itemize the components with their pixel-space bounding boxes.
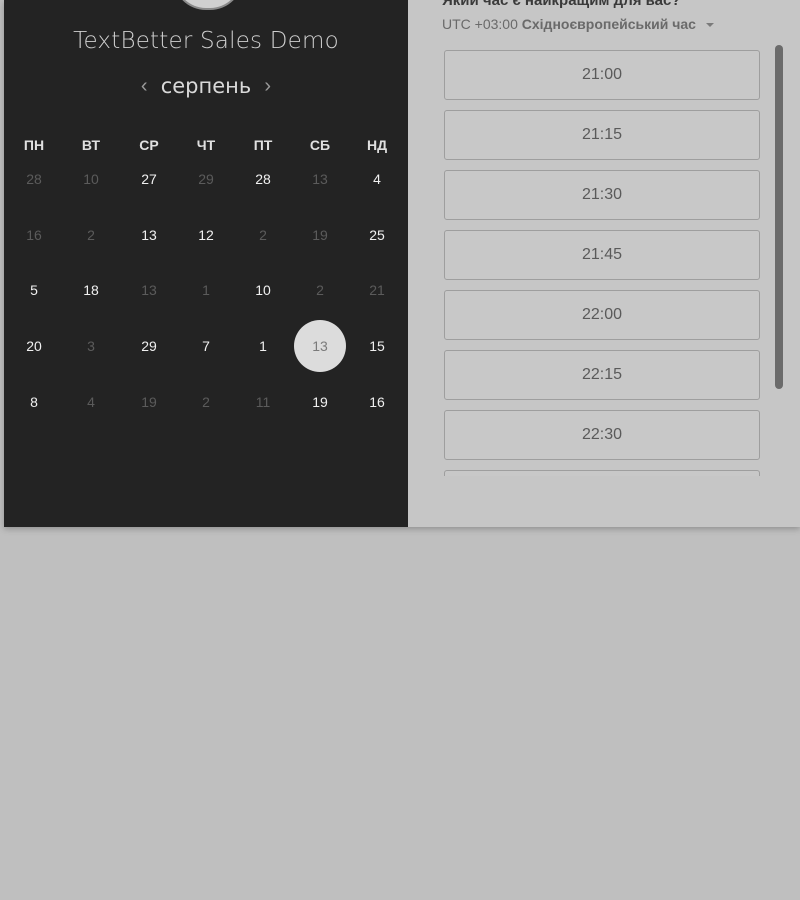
calendar-day[interactable]: 16 bbox=[351, 376, 403, 428]
timezone-selector[interactable]: UTC +03:00 Східноєвропейський час bbox=[442, 16, 714, 32]
month-navigation: ‹ серпень › bbox=[4, 74, 408, 102]
time-slot-button[interactable]: 21:45 bbox=[444, 230, 760, 280]
calendar-day: 13 bbox=[312, 171, 328, 187]
next-month-icon[interactable]: › bbox=[256, 75, 280, 98]
booking-card: TextBetter Sales Demo ‹ серпень › ПН ВТ СР… bbox=[4, 0, 800, 527]
calendar-day: 11 bbox=[255, 394, 271, 410]
calendar-day: 29 bbox=[198, 171, 214, 187]
time-slot-list: 21:00 21:15 21:30 21:45 22:00 22:15 22:30 bbox=[444, 50, 764, 476]
calendar-day[interactable]: 20 bbox=[8, 320, 60, 372]
time-question: Який час є найкращим для вас? bbox=[442, 0, 681, 9]
calendar-day[interactable]: 27 bbox=[123, 153, 175, 205]
time-slot-button[interactable]: 21:00 bbox=[444, 50, 760, 100]
calendar-day: 10 bbox=[83, 171, 99, 187]
month-label: серпень bbox=[160, 74, 252, 98]
prev-month-icon[interactable]: ‹ bbox=[132, 75, 156, 98]
time-slot-button[interactable]: 22:00 bbox=[444, 290, 760, 340]
calendar-day[interactable]: 10 bbox=[237, 264, 289, 316]
company-name: TextBetter Sales Demo bbox=[73, 28, 339, 54]
calendar-day[interactable]: 4 bbox=[351, 153, 403, 205]
calendar-day: 2 bbox=[87, 227, 95, 243]
calendar-day: 21 bbox=[369, 282, 385, 298]
calendar-day: 2 bbox=[259, 227, 267, 243]
calendar-day: 28 bbox=[26, 171, 42, 187]
calendar-day-selected[interactable]: 13 bbox=[294, 320, 346, 372]
calendar-day: 2 bbox=[316, 282, 324, 298]
time-slot-button[interactable]: 21:30 bbox=[444, 170, 760, 220]
calendar-day: 2 bbox=[202, 394, 210, 410]
calendar-day[interactable]: 19 bbox=[294, 376, 346, 428]
time-panel: Який час є найкращим для вас? UTC +03:00… bbox=[408, 0, 800, 527]
calendar-day: 4 bbox=[87, 394, 95, 410]
time-slot-button[interactable]: 22:30 bbox=[444, 410, 760, 460]
calendar-day[interactable]: 12 bbox=[180, 209, 232, 261]
timezone-name: Східноєвропейський час bbox=[521, 16, 696, 32]
calendar-panel: TextBetter Sales Demo ‹ серпень › ПН ВТ СР… bbox=[4, 0, 408, 527]
calendar-day[interactable]: 15 bbox=[351, 320, 403, 372]
calendar-day: 3 bbox=[87, 338, 95, 354]
calendar-day[interactable]: 1 bbox=[237, 320, 289, 372]
calendar-day: 13 bbox=[141, 282, 157, 298]
calendar-day[interactable]: 13 bbox=[123, 209, 175, 261]
time-slot-button[interactable]: 21:15 bbox=[444, 110, 760, 160]
calendar-day[interactable]: 5 bbox=[8, 264, 60, 316]
calendar-day[interactable]: 7 bbox=[180, 320, 232, 372]
timezone-offset: UTC +03:00 bbox=[442, 16, 518, 32]
calendar-day: 16 bbox=[26, 227, 42, 243]
time-slot-button[interactable]: 22:15 bbox=[444, 350, 760, 400]
calendar-day[interactable]: 25 bbox=[351, 209, 403, 261]
calendar-day[interactable]: 18 bbox=[65, 264, 117, 316]
calendar-day[interactable]: 28 bbox=[237, 153, 289, 205]
avatar bbox=[173, 0, 243, 10]
slot-list-scrollbar[interactable] bbox=[775, 45, 783, 389]
caret-down-icon bbox=[705, 23, 714, 28]
time-slot-button[interactable] bbox=[444, 470, 760, 476]
calendar-day: 1 bbox=[202, 282, 210, 298]
calendar-day[interactable]: 8 bbox=[8, 376, 60, 428]
calendar-day: 19 bbox=[141, 394, 157, 410]
calendar-grid: 28 10 27 29 28 13 4 16 2 13 12 2 19 25 5 18 13 1 10 2 21 20 3 2… bbox=[4, 150, 408, 450]
calendar-day[interactable]: 29 bbox=[123, 320, 175, 372]
calendar-day: 19 bbox=[312, 227, 328, 243]
